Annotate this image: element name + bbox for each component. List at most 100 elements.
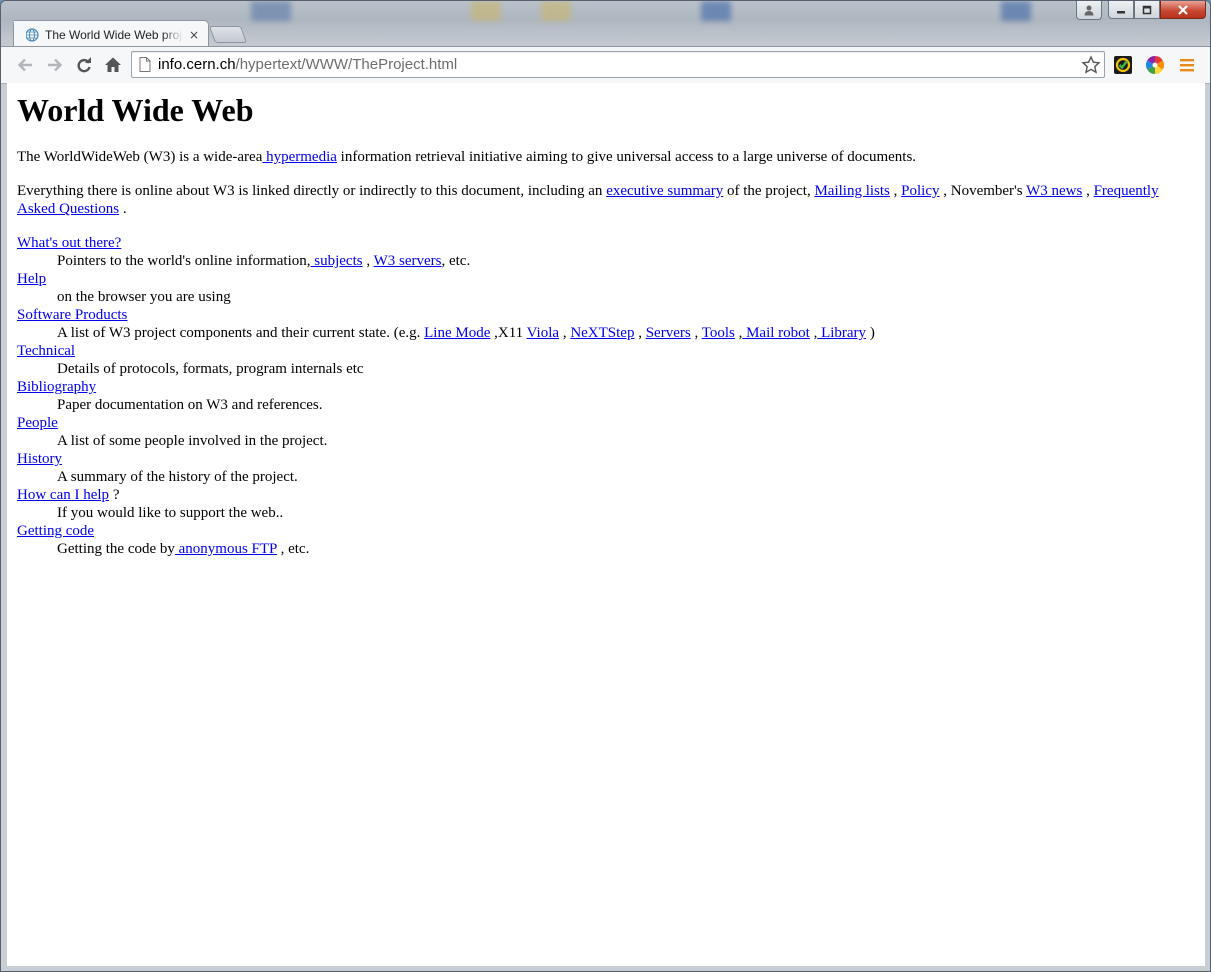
address-bar[interactable]: info.cern.ch/hypertext/WWW/TheProject.ht… bbox=[131, 51, 1105, 78]
list-description: A list of some people involved in the pr… bbox=[57, 433, 328, 449]
separator-text: ,X11 bbox=[490, 325, 527, 341]
intro-text-2: information retrieval initiative aiming … bbox=[336, 149, 917, 165]
list-description: A summary of the history of the project. bbox=[57, 469, 298, 485]
mailing-lists-link[interactable]: Mailing lists bbox=[814, 183, 889, 199]
library-link[interactable]: Library bbox=[817, 325, 866, 341]
reload-icon bbox=[77, 57, 91, 73]
checkmark-extension-icon bbox=[1114, 56, 1132, 74]
hypermedia-link[interactable]: hypermedia bbox=[262, 149, 337, 165]
separator-text: , bbox=[690, 325, 702, 341]
url-text: info.cern.ch/hypertext/WWW/TheProject.ht… bbox=[158, 56, 457, 73]
nextstep-link[interactable]: NeXTStep bbox=[570, 325, 634, 341]
description-text: , etc. bbox=[276, 541, 310, 557]
home-button[interactable] bbox=[101, 53, 125, 77]
window-controls bbox=[1076, 1, 1206, 21]
list-description: Getting the code by anonymous FTP , etc. bbox=[57, 540, 1195, 558]
anonymous-ftp-link[interactable]: anonymous FTP bbox=[175, 541, 277, 557]
list-term: Getting code bbox=[17, 522, 1195, 540]
browser-window: The World Wide Web project × info.cern.c… bbox=[0, 0, 1211, 972]
page-content: World Wide Web The WorldWideWeb (W3) is … bbox=[7, 83, 1205, 966]
restore-icon bbox=[1142, 5, 1152, 14]
maximize-button[interactable] bbox=[1134, 1, 1160, 19]
url-host: info.cern.ch bbox=[158, 56, 236, 73]
tab-active[interactable]: The World Wide Web project × bbox=[13, 20, 209, 47]
software-products-link[interactable]: Software Products bbox=[17, 307, 127, 323]
profile-button[interactable] bbox=[1076, 1, 1102, 20]
globe-icon bbox=[25, 28, 39, 42]
list-description: Details of protocols, formats, program i… bbox=[57, 361, 364, 377]
list-description: Pointers to the world's online informati… bbox=[57, 252, 1195, 270]
url-path: /hypertext/WWW/TheProject.html bbox=[235, 56, 458, 73]
list-term: What's out there? bbox=[17, 234, 1195, 252]
w3-news-link[interactable]: W3 news bbox=[1026, 183, 1082, 199]
description-text: , etc. bbox=[441, 253, 471, 269]
intro-paragraph: The WorldWideWeb (W3) is a wide-area hyp… bbox=[17, 148, 1195, 166]
list-term: People bbox=[17, 414, 1195, 432]
viola-link[interactable]: Viola bbox=[527, 325, 559, 341]
list-term: Technical bbox=[17, 342, 1195, 360]
back-arrow-icon bbox=[17, 58, 32, 72]
tab-title: The World Wide Web project bbox=[45, 28, 183, 42]
separator-text: ) bbox=[866, 325, 875, 341]
description-text: A list of W3 project components and thei… bbox=[57, 325, 425, 341]
getting-code-link[interactable]: Getting code bbox=[17, 523, 94, 539]
list-term: How can I help ? bbox=[17, 486, 1195, 504]
page-title: World Wide Web bbox=[17, 92, 254, 128]
mail-robot-link[interactable]: Mail robot bbox=[742, 325, 810, 341]
whats-out-there-link[interactable]: What's out there? bbox=[17, 235, 121, 251]
extension-button-norton[interactable] bbox=[1112, 54, 1134, 76]
home-icon bbox=[105, 57, 121, 72]
summary-text: , bbox=[889, 183, 902, 199]
people-link[interactable]: People bbox=[17, 415, 58, 431]
bibliography-link[interactable]: Bibliography bbox=[17, 379, 96, 395]
separator-text: , bbox=[559, 325, 571, 341]
menu-button[interactable] bbox=[1176, 54, 1198, 76]
minimize-button[interactable] bbox=[1108, 1, 1134, 19]
executive-summary-link[interactable]: executive summary bbox=[606, 183, 723, 199]
policy-link[interactable]: Policy bbox=[901, 183, 939, 199]
list-term: Software Products bbox=[17, 306, 1195, 324]
history-link[interactable]: History bbox=[17, 451, 62, 467]
user-icon bbox=[1084, 5, 1094, 16]
list-description: Paper documentation on W3 and references… bbox=[57, 397, 323, 413]
help-link[interactable]: Help bbox=[17, 271, 46, 287]
summary-text: , November's bbox=[939, 183, 1027, 199]
list-description: A list of W3 project components and thei… bbox=[57, 324, 1195, 342]
list-description: If you would like to support the web.. bbox=[57, 505, 284, 521]
color-wheel-icon bbox=[1145, 56, 1165, 74]
list-term: History bbox=[17, 450, 1195, 468]
summary-paragraph: Everything there is online about W3 is l… bbox=[17, 182, 1195, 218]
description-text: , bbox=[362, 253, 374, 269]
list-term: Help bbox=[17, 270, 1195, 288]
list-description: on the browser you are using bbox=[57, 289, 231, 305]
technical-link[interactable]: Technical bbox=[17, 343, 75, 359]
new-tab-button[interactable] bbox=[208, 26, 248, 43]
extension-button-colorwheel[interactable] bbox=[1144, 54, 1166, 76]
close-icon bbox=[1178, 4, 1188, 15]
topic-list: What's out there? Pointers to the world'… bbox=[17, 234, 1195, 558]
subjects-link[interactable]: subjects bbox=[311, 253, 362, 269]
description-text: Pointers to the world's online informati… bbox=[57, 253, 311, 269]
summary-text: , bbox=[1082, 183, 1094, 199]
term-suffix: ? bbox=[109, 487, 120, 503]
reload-button[interactable] bbox=[72, 53, 96, 77]
forward-button[interactable] bbox=[43, 53, 67, 77]
bookmark-star-icon[interactable] bbox=[1081, 55, 1101, 75]
close-window-button[interactable] bbox=[1160, 1, 1206, 19]
back-button[interactable] bbox=[13, 53, 37, 77]
list-term: Bibliography bbox=[17, 378, 1195, 396]
toolbar: info.cern.ch/hypertext/WWW/TheProject.ht… bbox=[1, 46, 1210, 84]
line-mode-link[interactable]: Line Mode bbox=[424, 325, 490, 341]
tab-close-button[interactable]: × bbox=[189, 28, 199, 42]
tools-link[interactable]: Tools bbox=[702, 325, 735, 341]
summary-text: Everything there is online about W3 is l… bbox=[17, 183, 607, 199]
page-icon bbox=[139, 57, 151, 72]
w3-servers-link[interactable]: W3 servers bbox=[374, 253, 442, 269]
servers-link[interactable]: Servers bbox=[646, 325, 691, 341]
summary-text: of the project, bbox=[723, 183, 815, 199]
summary-text: . bbox=[119, 201, 127, 217]
intro-text: The WorldWideWeb (W3) is a wide-area bbox=[17, 149, 263, 165]
separator-text: , bbox=[634, 325, 646, 341]
description-text: Getting the code by bbox=[57, 541, 175, 557]
how-can-i-help-link[interactable]: How can I help bbox=[17, 487, 109, 503]
